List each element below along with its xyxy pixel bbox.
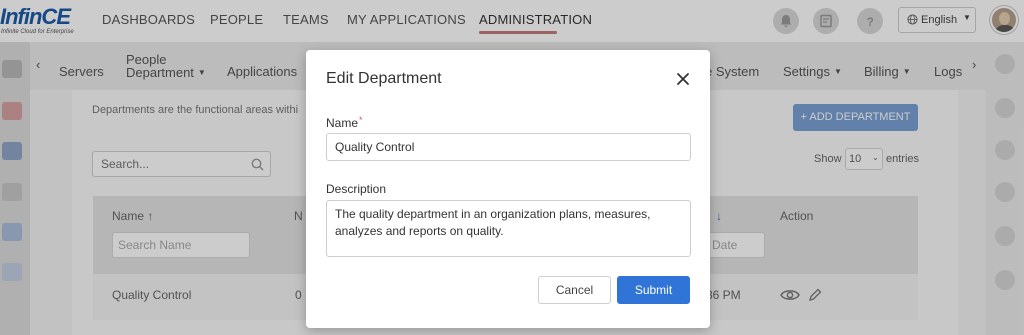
edit-department-dialog: Edit Department Name* Description The qu…	[306, 50, 710, 328]
name-field[interactable]	[326, 133, 691, 161]
cancel-button[interactable]: Cancel	[538, 276, 611, 304]
dialog-title: Edit Department	[326, 70, 442, 87]
description-label: Description	[326, 182, 387, 196]
close-icon[interactable]	[674, 70, 692, 88]
submit-button[interactable]: Submit	[617, 276, 690, 304]
name-label-text: Name	[326, 116, 359, 130]
required-indicator: *	[359, 115, 363, 125]
description-field[interactable]: The quality department in an organizatio…	[326, 200, 691, 257]
name-label: Name*	[326, 115, 363, 130]
